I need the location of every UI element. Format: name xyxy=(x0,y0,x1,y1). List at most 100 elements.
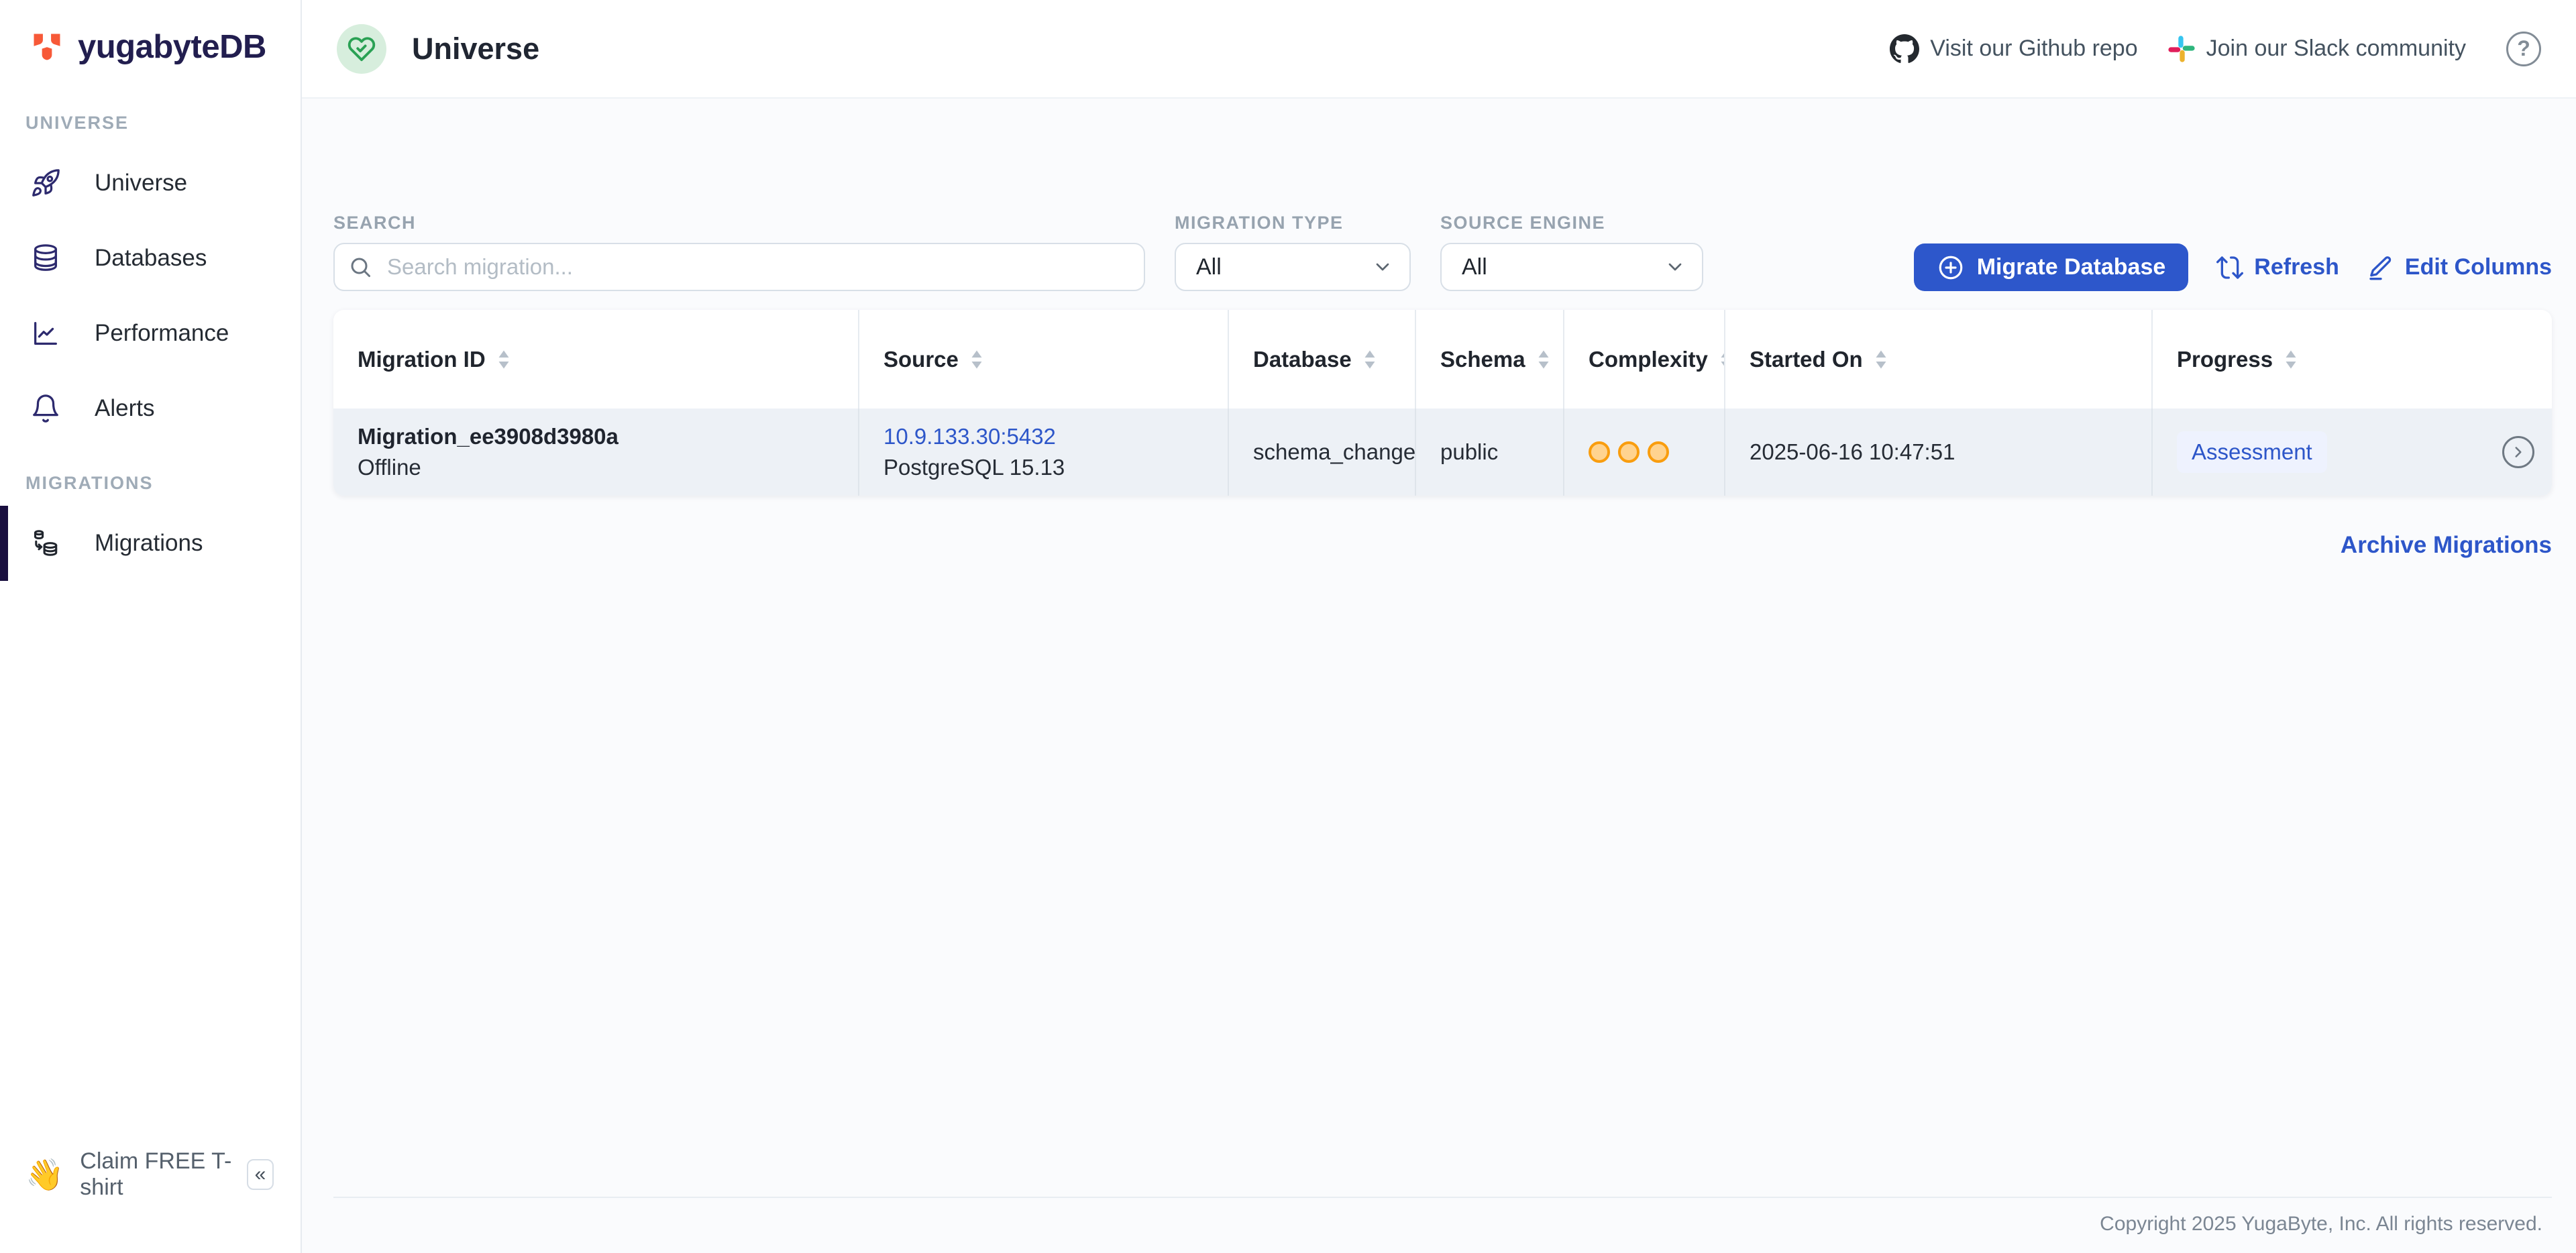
sort-icon[interactable] xyxy=(1874,349,1888,370)
refresh-icon xyxy=(2216,254,2243,281)
progress-assessment-link[interactable]: Assessment xyxy=(2177,431,2327,473)
search-input[interactable] xyxy=(333,243,1145,291)
claim-tshirt-link[interactable]: Claim FREE T-shirt xyxy=(80,1148,247,1201)
source-engine-text: PostgreSQL 15.13 xyxy=(883,455,1065,480)
sidebar-item-alerts[interactable]: Alerts xyxy=(0,371,301,446)
search-filter-group: SEARCH xyxy=(333,213,1145,291)
column-header-progress[interactable]: Progress xyxy=(2153,310,2552,408)
chevron-right-icon xyxy=(2510,443,2527,461)
complexity-dot xyxy=(1648,441,1669,463)
column-header-source[interactable]: Source xyxy=(859,310,1229,408)
edit-pencil-icon xyxy=(2367,254,2394,281)
slack-link-label: Join our Slack community xyxy=(2206,36,2466,62)
bell-icon xyxy=(30,393,61,424)
sidebar-collapse-button[interactable]: « xyxy=(247,1159,274,1190)
sidebar-item-label: Universe xyxy=(95,170,187,197)
migration-type-label: MIGRATION TYPE xyxy=(1175,213,1411,233)
migration-icon xyxy=(30,528,61,559)
cell-source: 10.9.133.30:5432 PostgreSQL 15.13 xyxy=(859,408,1229,496)
sort-icon[interactable] xyxy=(1536,349,1551,370)
migration-type-filter-group: MIGRATION TYPE All xyxy=(1175,213,1411,291)
github-link-label: Visit our Github repo xyxy=(1930,36,2137,62)
source-engine-label: SOURCE ENGINE xyxy=(1440,213,1703,233)
sidebar-item-migrations[interactable]: Migrations xyxy=(0,506,301,581)
database-icon xyxy=(30,243,61,274)
migrate-database-button[interactable]: Migrate Database xyxy=(1914,243,2189,291)
archive-row: Archive Migrations xyxy=(333,532,2552,559)
column-header-started-on[interactable]: Started On xyxy=(1725,310,2153,408)
sidebar-section-migrations: MIGRATIONS xyxy=(0,446,301,506)
cell-database: schema_changes xyxy=(1229,408,1416,496)
refresh-button[interactable]: Refresh xyxy=(2216,254,2339,281)
column-header-migration-id[interactable]: Migration ID xyxy=(333,310,859,408)
sort-icon[interactable] xyxy=(496,349,511,370)
github-icon xyxy=(1890,34,1919,64)
cell-schema: public xyxy=(1416,408,1564,496)
universe-status-badge xyxy=(337,24,386,74)
sort-icon[interactable] xyxy=(2284,349,2298,370)
chevron-down-icon xyxy=(1664,256,1686,278)
complexity-dot xyxy=(1618,441,1640,463)
chart-icon xyxy=(30,318,61,349)
migrate-database-label: Migrate Database xyxy=(1977,254,2166,280)
brand-logo[interactable]: yugabyteDB xyxy=(0,0,301,86)
sidebar-item-label: Alerts xyxy=(95,395,154,422)
sidebar-item-performance[interactable]: Performance xyxy=(0,296,301,371)
migration-mode-text: Offline xyxy=(358,455,619,480)
content-area: SEARCH MIGRATION TYPE All xyxy=(302,99,2576,1253)
edit-columns-label: Edit Columns xyxy=(2405,254,2552,280)
page-title: Universe xyxy=(412,32,539,66)
cell-complexity xyxy=(1564,408,1725,496)
yugabyte-logo-icon xyxy=(30,30,64,64)
sort-icon[interactable] xyxy=(1362,349,1377,370)
cell-migration-id: Migration_ee3908d3980a Offline xyxy=(333,408,859,496)
archive-migrations-link[interactable]: Archive Migrations xyxy=(2341,532,2552,558)
top-header: Universe Visit our Github repo xyxy=(302,0,2576,99)
heart-check-icon xyxy=(347,35,376,63)
sidebar-item-label: Databases xyxy=(95,245,207,272)
complexity-dots xyxy=(1589,441,1669,463)
column-header-database[interactable]: Database xyxy=(1229,310,1416,408)
source-engine-value: All xyxy=(1462,254,1487,280)
source-host-link[interactable]: 10.9.133.30:5432 xyxy=(883,424,1065,449)
source-engine-select[interactable]: All xyxy=(1440,243,1703,291)
refresh-label: Refresh xyxy=(2254,254,2339,280)
search-icon xyxy=(348,255,372,279)
toolbar: Migrate Database Refresh xyxy=(1914,243,2552,291)
sidebar: yugabyteDB UNIVERSE Universe Databases xyxy=(0,0,302,1253)
column-header-complexity[interactable]: Complexity xyxy=(1564,310,1725,408)
cell-started-on: 2025-06-16 10:47:51 xyxy=(1725,408,2153,496)
filters-row: SEARCH MIGRATION TYPE All xyxy=(333,213,2552,291)
sidebar-item-label: Migrations xyxy=(95,530,203,557)
row-expand-button[interactable] xyxy=(2502,436,2534,468)
migration-id-text: Migration_ee3908d3980a xyxy=(358,424,619,449)
help-button[interactable]: ? xyxy=(2506,32,2541,66)
edit-columns-button[interactable]: Edit Columns xyxy=(2367,254,2552,281)
github-link[interactable]: Visit our Github repo xyxy=(1890,34,2137,64)
table-header-row: Migration ID Source Database xyxy=(333,310,2552,408)
rocket-icon xyxy=(30,168,61,199)
migrations-table: Migration ID Source Database xyxy=(333,310,2552,496)
sidebar-item-label: Performance xyxy=(95,320,229,347)
slack-icon xyxy=(2167,35,2196,63)
source-engine-filter-group: SOURCE ENGINE All xyxy=(1440,213,1703,291)
sidebar-section-universe: UNIVERSE xyxy=(0,86,301,146)
brand-name: yugabyteDB xyxy=(78,28,266,66)
page-footer: Copyright 2025 YugaByte, Inc. All rights… xyxy=(333,1197,2552,1253)
cell-progress: Assessment xyxy=(2153,408,2552,496)
complexity-dot xyxy=(1589,441,1610,463)
chevron-down-icon xyxy=(1372,256,1393,278)
sort-icon[interactable] xyxy=(1719,349,1725,370)
sidebar-item-databases[interactable]: Databases xyxy=(0,221,301,296)
main-area: Universe Visit our Github repo xyxy=(302,0,2576,1253)
slack-link[interactable]: Join our Slack community xyxy=(2167,35,2466,63)
column-header-schema[interactable]: Schema xyxy=(1416,310,1564,408)
migration-type-value: All xyxy=(1196,254,1222,280)
sidebar-footer: 👋 Claim FREE T-shirt « xyxy=(0,1148,301,1253)
table-row[interactable]: Migration_ee3908d3980a Offline 10.9.133.… xyxy=(333,408,2552,496)
search-label: SEARCH xyxy=(333,213,1145,233)
migration-type-select[interactable]: All xyxy=(1175,243,1411,291)
sidebar-item-universe[interactable]: Universe xyxy=(0,146,301,221)
wave-emoji-icon: 👋 xyxy=(25,1156,64,1193)
sort-icon[interactable] xyxy=(969,349,984,370)
